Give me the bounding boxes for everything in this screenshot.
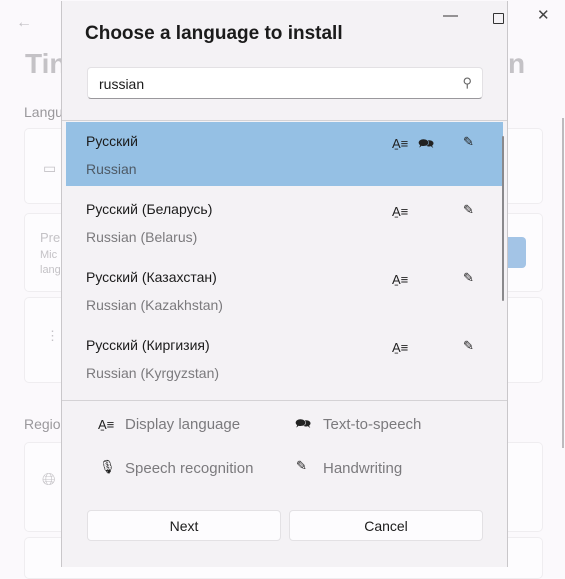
close-window-icon[interactable]: ✕ — [537, 6, 550, 24]
laptop-icon: ▭ — [43, 160, 57, 176]
back-arrow-icon[interactable]: ← — [16, 14, 32, 32]
english-name: Russian (Kazakhstan) — [86, 297, 223, 313]
legend-handwriting: Handwriting — [323, 460, 403, 477]
dialog-title: Choose a language to install — [85, 23, 343, 44]
display-language-icon: A̱≡ — [98, 417, 115, 432]
choose-language-dialog: — Choose a language to install ⚲ Русский… — [61, 1, 508, 567]
display-language-icon: A̱≡ — [392, 340, 409, 355]
display-language-icon: A̱≡ — [392, 136, 409, 151]
maximize-icon[interactable] — [493, 13, 504, 24]
language-list-item[interactable]: Русский (Беларусь) Russian (Belarus) A̱≡… — [66, 190, 503, 254]
globe-icon: 🌐︎ — [42, 470, 56, 489]
section-region-label: Regio — [24, 416, 61, 432]
add-language-button[interactable] — [505, 237, 526, 268]
scrollbar[interactable] — [562, 118, 564, 448]
handwriting-icon: ✎ — [463, 338, 474, 353]
english-name: Russian — [86, 161, 137, 177]
preferred-text-3: lang — [40, 264, 61, 276]
preferred-text-1: Pre — [40, 230, 61, 245]
legend-text-to-speech: Text-to-speech — [323, 416, 422, 433]
language-search-box[interactable]: ⚲ — [87, 67, 483, 99]
handwriting-icon: ✎ — [296, 458, 307, 473]
english-name: Russian (Belarus) — [86, 229, 198, 245]
legend-display-language: Display language — [125, 416, 241, 433]
cancel-button[interactable]: Cancel — [289, 510, 483, 541]
search-icon[interactable]: ⚲ — [462, 75, 472, 91]
english-name: Russian (Kyrgyzstan) — [86, 365, 220, 381]
handwriting-icon: ✎ — [463, 134, 474, 149]
handwriting-icon: ✎ — [463, 202, 474, 217]
native-name: Русский (Киргизия) — [86, 337, 210, 353]
handwriting-icon: ✎ — [463, 270, 474, 285]
language-list-item[interactable]: Русский Russian A̱≡ 🗪︎ ✎ — [66, 122, 503, 186]
language-list-item[interactable]: Русский (Киргизия) Russian (Kyrgyzstan) … — [66, 326, 503, 390]
list-scrollbar[interactable] — [502, 136, 504, 301]
native-name: Русский (Беларусь) — [86, 201, 213, 217]
display-language-icon: A̱≡ — [392, 272, 409, 287]
page-title-fragment-right: n — [508, 48, 526, 79]
section-language-label: Langu — [24, 104, 63, 120]
minimize-icon[interactable]: — — [443, 7, 458, 24]
list-top-divider — [62, 120, 507, 121]
native-name: Русский (Казахстан) — [86, 269, 217, 285]
list-bottom-divider — [62, 400, 507, 401]
language-list-item[interactable]: Русский (Казахстан) Russian (Kazakhstan)… — [66, 258, 503, 322]
microphone-icon: 🎙︎ — [99, 459, 116, 474]
preferred-text-2: Mic — [40, 249, 58, 261]
text-to-speech-icon: 🗪︎ — [295, 416, 312, 431]
display-language-icon: A̱≡ — [392, 204, 409, 219]
text-to-speech-icon: 🗪︎ — [418, 136, 435, 151]
next-button[interactable]: Next — [87, 510, 281, 541]
search-input[interactable] — [97, 75, 451, 93]
legend-speech-recognition: Speech recognition — [125, 460, 254, 477]
native-name: Русский — [86, 133, 138, 149]
